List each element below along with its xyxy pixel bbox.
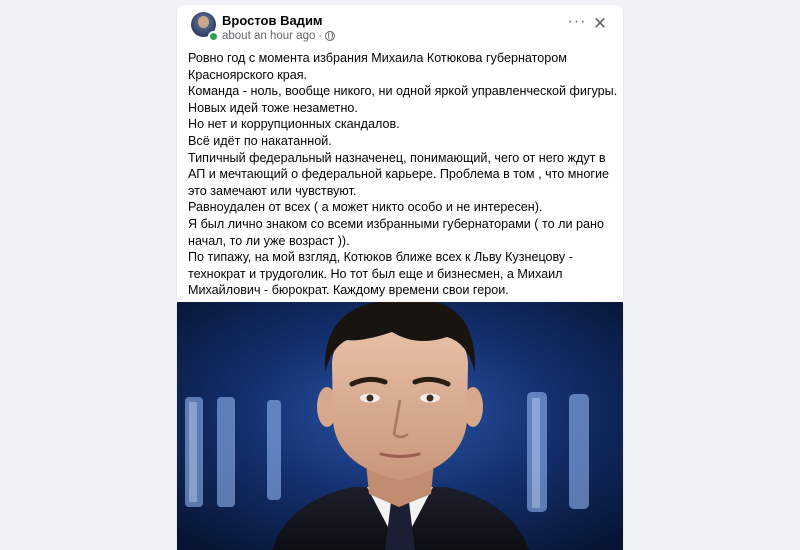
post-text-line: Типичный федеральный назначенец, понимаю… — [188, 150, 606, 165]
post-card: Вростов Вадим about an hour ago · ··· ✕ … — [177, 5, 623, 550]
close-icon: ✕ — [592, 14, 608, 33]
more-options-button[interactable]: ··· — [566, 13, 588, 33]
post-text-line: По типажу, на мой взгляд, Котюков ближе … — [188, 250, 573, 265]
meta-separator: · — [318, 30, 323, 42]
post-meta: about an hour ago · — [222, 30, 336, 42]
post-text-line: Но нет и коррупционных скандалов. — [188, 117, 400, 132]
close-button[interactable]: ✕ — [590, 14, 610, 34]
portrait-image — [177, 302, 623, 550]
post-text-line: АП и мечтающий о федеральной карьере. Пр… — [188, 167, 610, 182]
post-text-line: начал, то ли уже возраст )). — [188, 233, 350, 248]
globe-icon — [325, 31, 336, 41]
author-name[interactable]: Вростов Вадим — [222, 13, 323, 28]
post-text-line: это замечают или чувствуют. — [188, 183, 357, 198]
post-text: Ровно год с момента избрания Михаила Кот… — [188, 50, 618, 299]
post-text-line: Михайлович - бюрократ. Каждому времени с… — [188, 283, 509, 298]
online-status-icon — [208, 31, 219, 42]
post-text-line: Красноярского края. — [188, 67, 308, 82]
post-text-line: Всё идёт по накатанной. — [188, 133, 332, 148]
post-text-line: Ровно год с момента избрания Михаила Кот… — [188, 51, 567, 65]
post-text-line: Равноудален от всех ( а может никто особ… — [188, 200, 543, 215]
post-text-line: Команда - ноль, вообще никого, ни одной … — [188, 84, 618, 99]
post-photo[interactable] — [177, 302, 623, 550]
post-text-line: Новых идей тоже незаметно. — [188, 100, 358, 115]
post-text-line: Я был лично знаком со всеми избранными г… — [188, 216, 604, 231]
post-header: Вростов Вадим about an hour ago · ··· ✕ — [177, 5, 623, 45]
post-text-line: технократ и трудоголик. Но тот был еще и… — [188, 266, 563, 281]
post-time[interactable]: about an hour ago — [222, 30, 315, 42]
ellipsis-icon: ··· — [567, 13, 587, 30]
